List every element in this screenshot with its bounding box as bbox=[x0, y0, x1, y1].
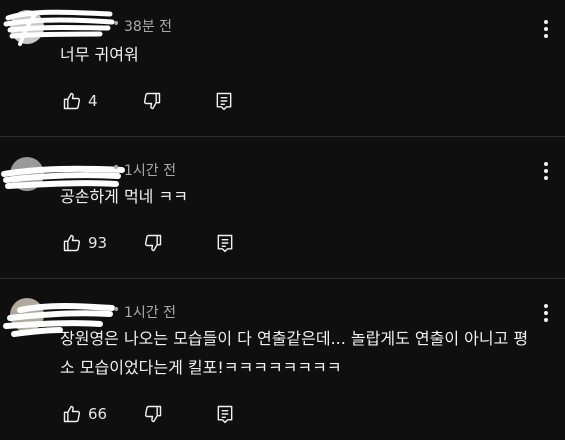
more-vertical-icon[interactable] bbox=[537, 160, 555, 182]
comment-actions: 4 bbox=[62, 89, 234, 113]
reply-button[interactable] bbox=[215, 231, 235, 255]
comment-text: 너무 귀여워 bbox=[60, 45, 139, 64]
more-vertical-icon[interactable] bbox=[537, 302, 555, 324]
reply-icon bbox=[216, 92, 231, 111]
reply-icon bbox=[217, 405, 233, 424]
thumb-down-icon bbox=[145, 405, 162, 423]
thumb-up-icon bbox=[63, 92, 81, 110]
thumb-down-icon bbox=[145, 234, 162, 252]
comment-text: 장원영은 나오는 모습들이 다 연출같은데... 놀랍게도 연출이 아니고 평소… bbox=[60, 329, 529, 377]
comment-separator: • bbox=[112, 16, 121, 32]
comment-time[interactable]: 1시간 전 bbox=[124, 302, 176, 322]
comment-divider bbox=[0, 278, 565, 279]
comment-2: • 1시간 전 공손하게 먹네 ㅋㅋ 93 bbox=[0, 142, 565, 272]
like-button[interactable]: 66 bbox=[62, 402, 107, 426]
comment-3: • 1시간 전 장원영은 나오는 모습들이 다 연출같은데... 놀랍게도 연출… bbox=[0, 284, 565, 440]
more-vertical-icon[interactable] bbox=[537, 18, 555, 40]
like-button[interactable]: 93 bbox=[62, 231, 107, 255]
thumb-up-icon bbox=[63, 234, 81, 252]
like-count: 4 bbox=[88, 92, 98, 110]
reply-button[interactable] bbox=[214, 89, 234, 113]
comment-time[interactable]: 1시간 전 bbox=[124, 160, 176, 180]
comment-divider bbox=[0, 136, 565, 137]
comment-actions: 93 bbox=[62, 231, 235, 255]
like-button[interactable]: 4 bbox=[62, 89, 98, 113]
like-count: 93 bbox=[88, 234, 108, 252]
dislike-button[interactable] bbox=[142, 89, 162, 113]
comment-1: • 38분 전 너무 귀여워 4 bbox=[0, 0, 565, 130]
reply-icon bbox=[217, 234, 233, 253]
comment-separator: • bbox=[112, 160, 121, 176]
thumb-down-icon bbox=[143, 92, 160, 110]
comment-actions: 66 bbox=[62, 402, 235, 426]
dislike-button[interactable] bbox=[143, 402, 163, 426]
comment-separator: • bbox=[112, 302, 121, 318]
dislike-button[interactable] bbox=[143, 231, 163, 255]
comment-text: 공손하게 먹네 ㅋㅋ bbox=[60, 187, 188, 206]
comment-time[interactable]: 38분 전 bbox=[124, 16, 172, 36]
thumb-up-icon bbox=[63, 405, 81, 423]
reply-button[interactable] bbox=[215, 402, 235, 426]
like-count: 66 bbox=[88, 405, 108, 423]
